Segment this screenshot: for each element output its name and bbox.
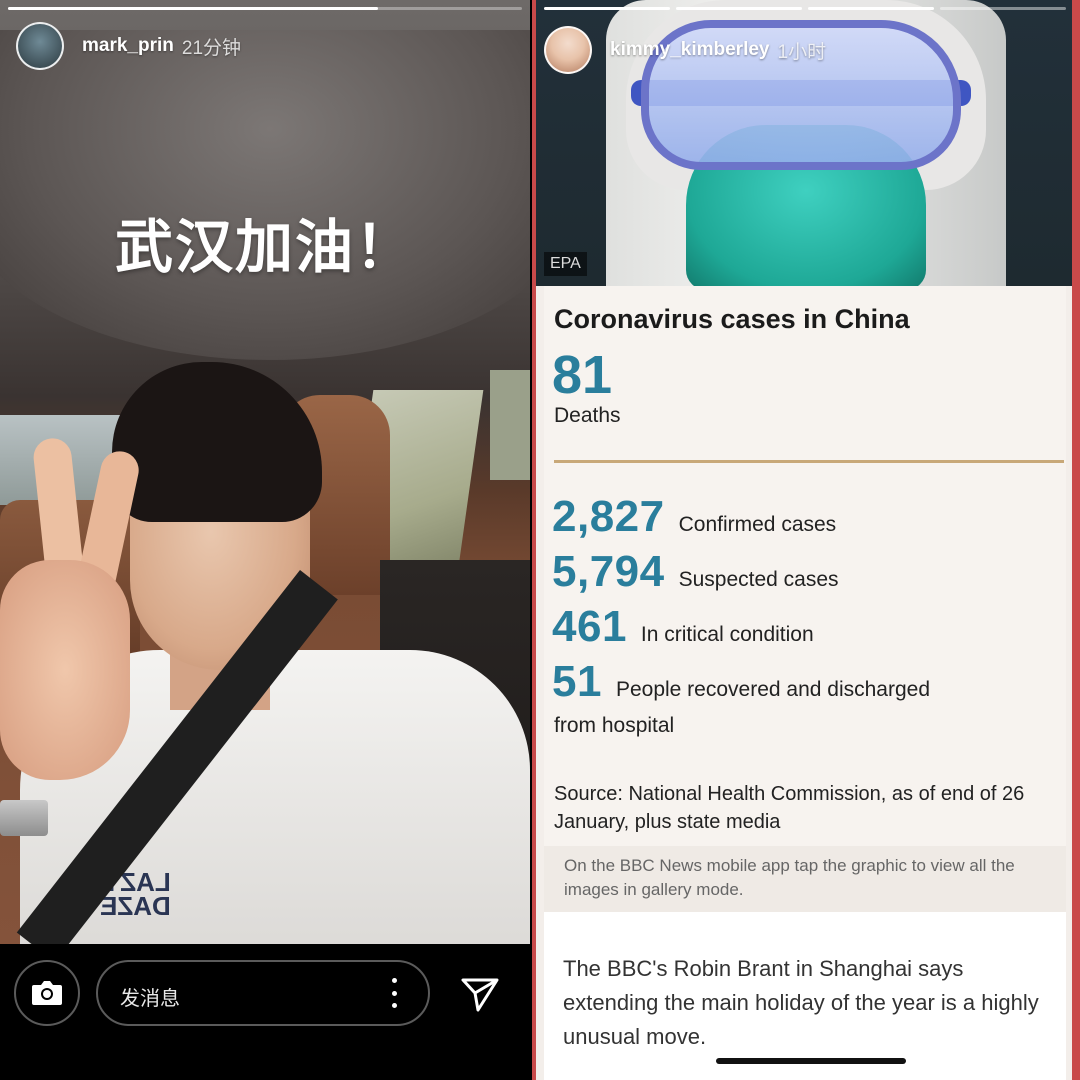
username[interactable]: kimmy_kimberley	[610, 39, 770, 61]
story-progress-bar	[544, 7, 1066, 10]
avatar[interactable]	[16, 22, 64, 70]
more-vertical-icon	[391, 978, 397, 983]
stat-label: Suspected cases	[678, 568, 839, 591]
timestamp: 21分钟	[181, 37, 242, 59]
app-tip-box: On the BBC News mobile app tap the graph…	[544, 846, 1066, 912]
story-progress-bar	[8, 7, 522, 10]
stat-row-critical: 461 In critical condition	[552, 602, 814, 652]
wristwatch	[0, 800, 48, 836]
story-photo-selfie: LAZY DAZE	[0, 0, 530, 944]
stat-value: 461	[552, 602, 627, 651]
stat-label: People recovered and discharged	[615, 678, 930, 701]
home-indicator[interactable]	[716, 1058, 906, 1064]
message-placeholder[interactable]: 发消息	[120, 982, 180, 1011]
more-vertical-icon	[391, 1003, 397, 1008]
stat-row-suspected: 5,794 Suspected cases	[552, 547, 839, 597]
hair	[112, 362, 322, 522]
username[interactable]: mark_prin	[82, 35, 174, 57]
stat-label: Confirmed cases	[678, 513, 837, 536]
story-header: mark_prin 21分钟	[16, 22, 241, 70]
car-window-front	[490, 370, 530, 480]
deaths-label: Deaths	[554, 404, 621, 427]
caption-text: The BBC's Robin Brant in Shanghai says e…	[563, 956, 1039, 1049]
stat-label-continued: from hospital	[554, 714, 675, 737]
stat-row-confirmed: 2,827 Confirmed cases	[552, 492, 836, 542]
car-roof	[0, 30, 530, 360]
app-tip: On the BBC News mobile app tap the graph…	[564, 856, 1015, 899]
caption-box: The BBC's Robin Brant in Shanghai says e…	[544, 912, 1066, 1080]
photo-credit: EPA	[544, 252, 587, 276]
progress-segment	[676, 7, 802, 10]
progress-segment	[940, 7, 1066, 10]
progress-segment	[808, 7, 934, 10]
source-note: Source: National Health Commission, as o…	[554, 783, 1025, 833]
progress-segment	[544, 7, 670, 10]
stat-value: 2,827	[552, 492, 665, 541]
more-vertical-icon	[391, 990, 397, 996]
paper-plane-icon[interactable]	[458, 972, 502, 1016]
camera-icon	[32, 981, 62, 1005]
stat-value: 51	[552, 657, 602, 706]
story-caption: 武汉加油！	[114, 215, 415, 280]
camera-button[interactable]	[14, 960, 80, 1026]
timestamp: 1小时	[777, 41, 827, 63]
divider	[554, 460, 1064, 463]
stat-label: In critical condition	[640, 623, 814, 646]
card-title: Coronavirus cases in China	[554, 304, 910, 334]
peace-sign-hand	[0, 560, 130, 780]
avatar[interactable]	[544, 26, 592, 74]
left-story: LAZY DAZE mark_prin 21分钟 武汉加油！ 发消息	[0, 0, 530, 1080]
more-options-button[interactable]	[384, 978, 404, 1008]
progress-fill	[8, 7, 379, 10]
right-story: EPA kimmy_kimberley 1小时 Coronavirus case…	[532, 0, 1080, 1080]
deaths-value: 81	[552, 345, 613, 405]
stats-card: Coronavirus cases in China 81 Deaths 2,8…	[544, 286, 1066, 846]
story-header: kimmy_kimberley 1小时	[544, 26, 826, 74]
stat-value: 5,794	[552, 547, 665, 596]
stat-row-recovered: 51 People recovered and discharged	[552, 657, 930, 707]
story-content: EPA kimmy_kimberley 1小时 Coronavirus case…	[536, 0, 1072, 1080]
